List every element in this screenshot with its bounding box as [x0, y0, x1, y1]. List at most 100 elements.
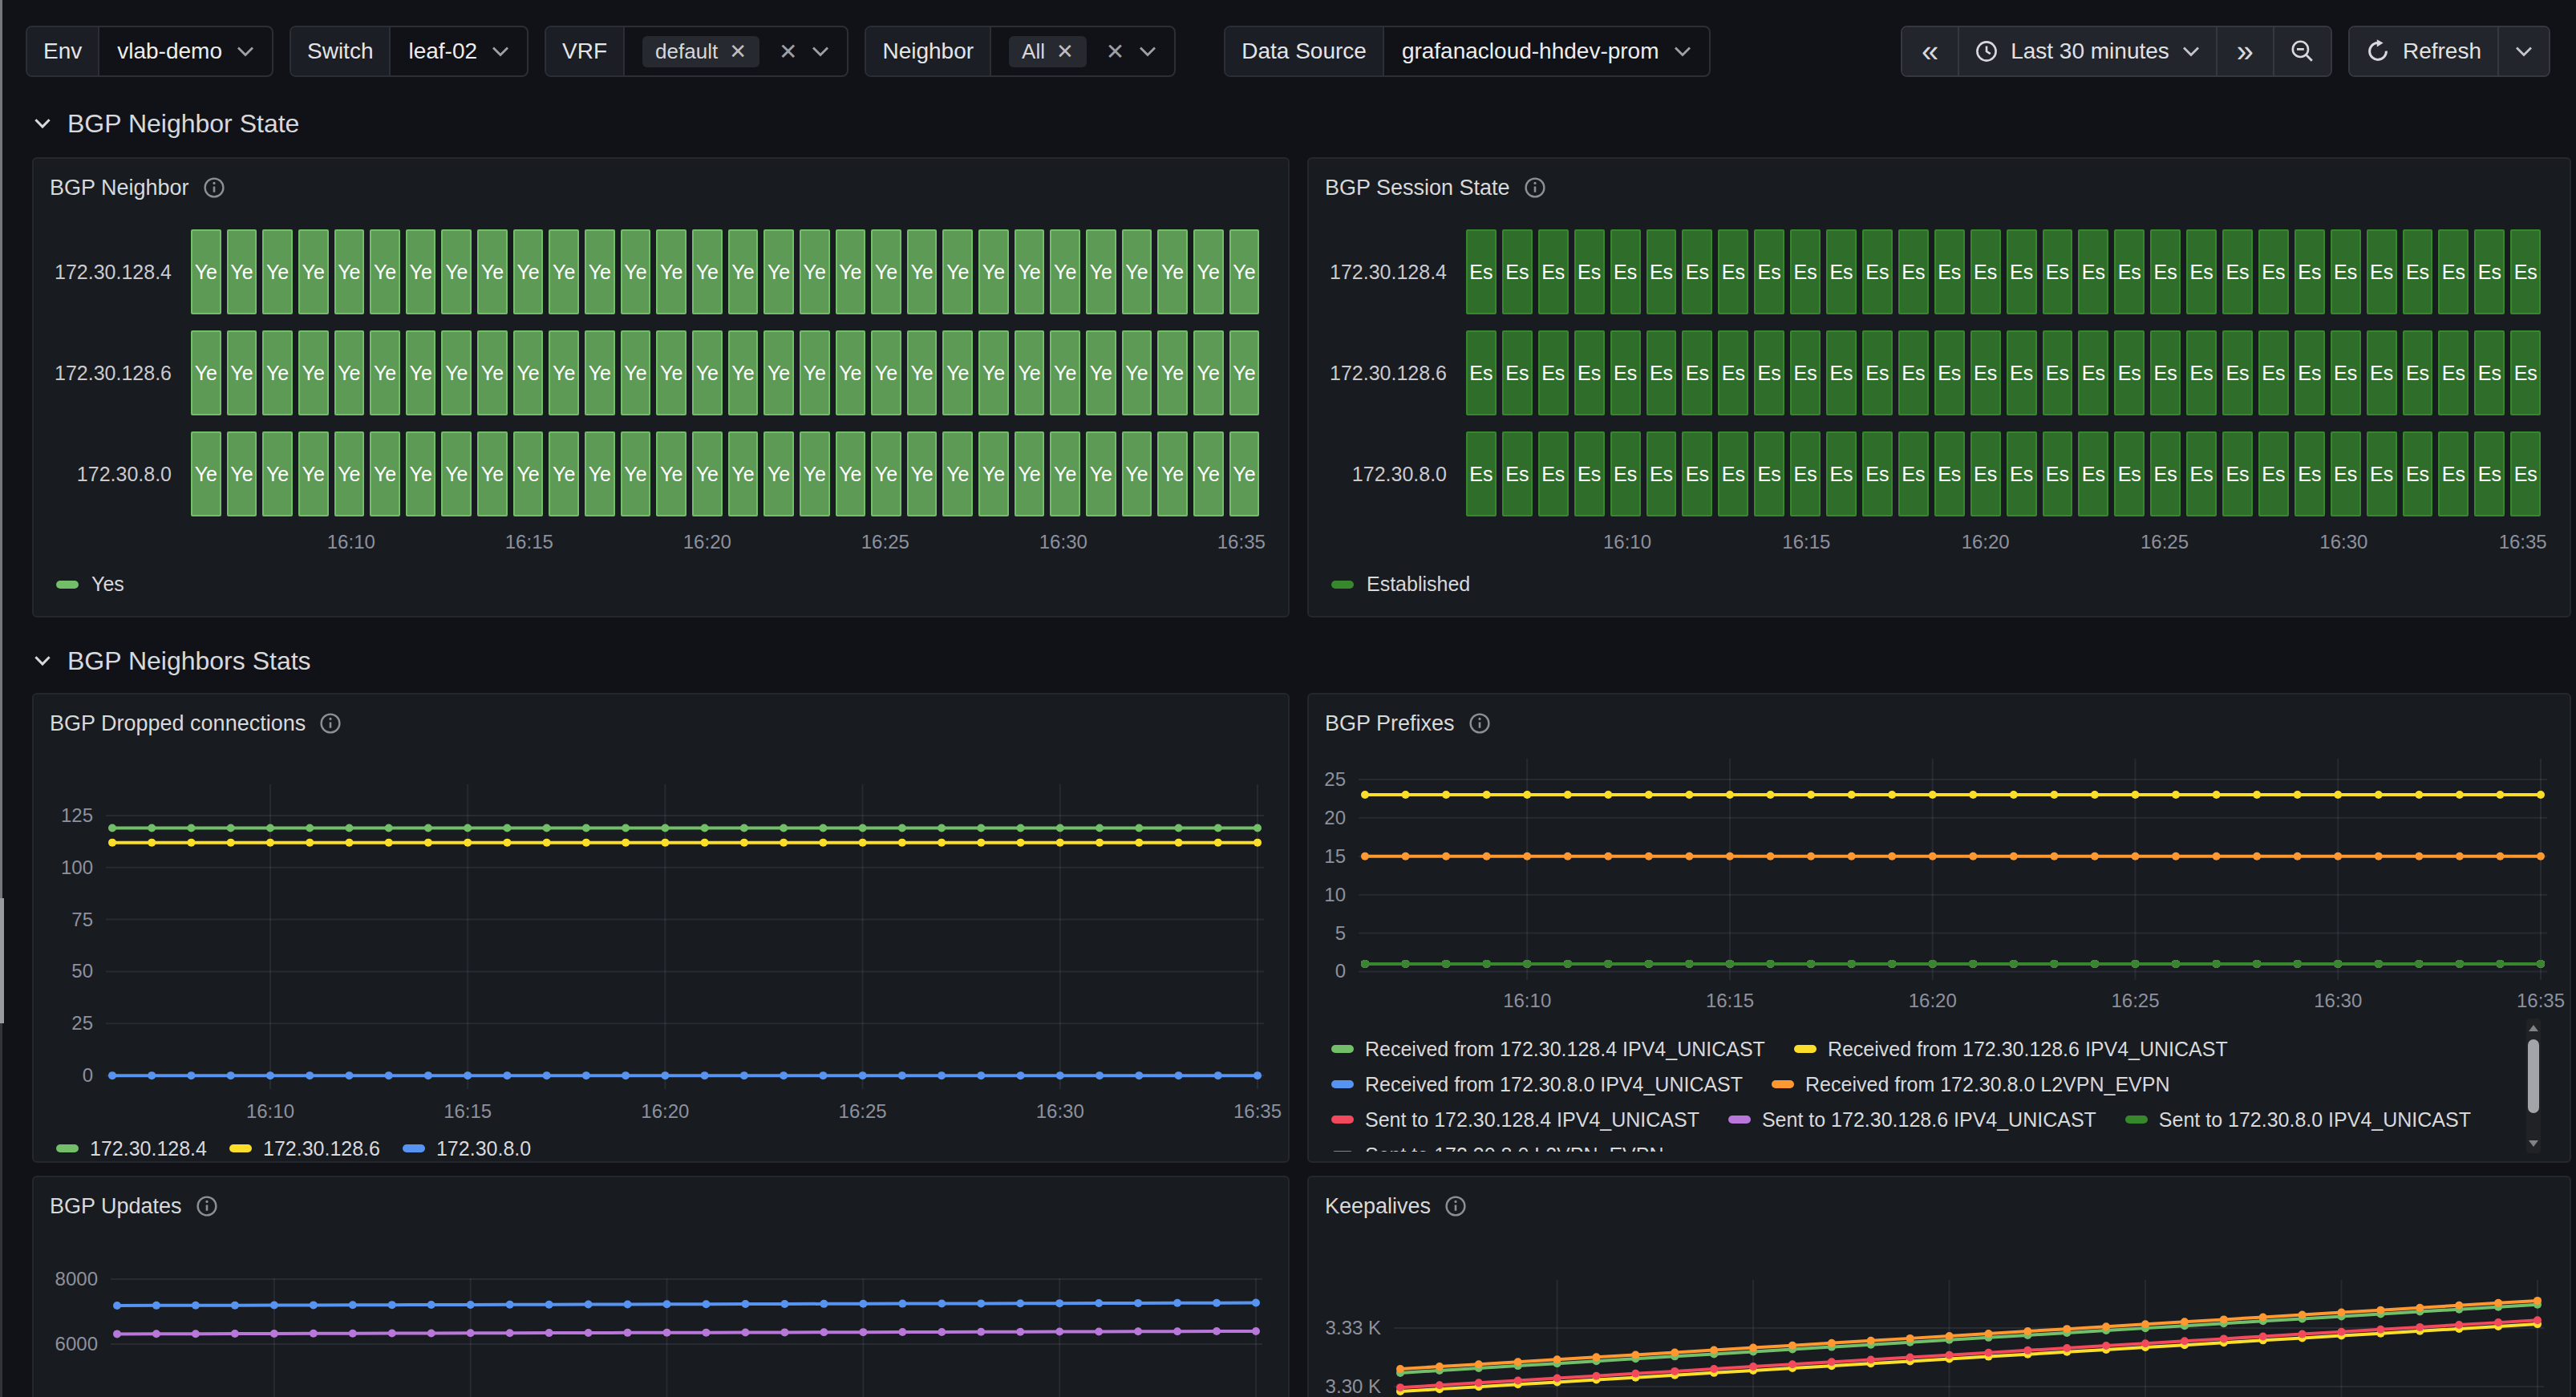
- timeline-cell[interactable]: Ye: [1086, 229, 1116, 314]
- timeline-cell[interactable]: Ye: [763, 431, 794, 516]
- legend-item[interactable]: 172.30.128.6: [229, 1137, 380, 1160]
- timeline-cell[interactable]: Ye: [334, 330, 365, 415]
- timeline-cell[interactable]: Es: [1646, 431, 1677, 516]
- remove-icon[interactable]: ✕: [729, 39, 747, 64]
- timeline-cell[interactable]: Ye: [1157, 431, 1188, 516]
- timeline-cell[interactable]: Ye: [191, 229, 221, 314]
- timeline-cell[interactable]: Es: [2114, 229, 2145, 314]
- timeline-cell[interactable]: Es: [2150, 330, 2181, 415]
- legend-item[interactable]: Received from 172.30.128.4 IPV4_UNICAST: [1331, 1038, 1765, 1060]
- timeline-cell[interactable]: Ye: [763, 229, 794, 314]
- timeline-cell[interactable]: Ye: [728, 229, 759, 314]
- timeline-cell[interactable]: Ye: [585, 330, 615, 415]
- timeline-cell[interactable]: Ye: [298, 431, 329, 516]
- legend-label[interactable]: Yes: [91, 573, 124, 596]
- timeline-cell[interactable]: Es: [2438, 431, 2469, 516]
- timeline-cell[interactable]: Es: [2510, 431, 2541, 516]
- timeline-cell[interactable]: Es: [2186, 229, 2217, 314]
- remove-icon[interactable]: ✕: [1056, 39, 1074, 64]
- info-icon[interactable]: [1525, 177, 1545, 198]
- timeline-cell[interactable]: Ye: [907, 431, 938, 516]
- timeline-cell[interactable]: Es: [1754, 431, 1784, 516]
- timeline-cell[interactable]: Es: [1790, 330, 1821, 415]
- timeline-cell[interactable]: Ye: [1015, 330, 1045, 415]
- timeline-cell[interactable]: Es: [1718, 330, 1748, 415]
- timeline-cell[interactable]: Es: [1610, 330, 1641, 415]
- legend-item[interactable]: Received from 172.30.8.0 IPV4_UNICAST: [1331, 1073, 1743, 1095]
- timeline-cell[interactable]: Ye: [1086, 431, 1116, 516]
- timeline-cell[interactable]: Es: [1934, 431, 1965, 516]
- timeline-cell[interactable]: Ye: [836, 330, 866, 415]
- timeline-cell[interactable]: Ye: [1015, 229, 1045, 314]
- timeline-cell[interactable]: Es: [1682, 330, 1712, 415]
- timeline-cell[interactable]: Ye: [585, 229, 615, 314]
- timeline-cell[interactable]: Ye: [1229, 431, 1260, 516]
- timeline-cell[interactable]: Es: [1862, 431, 1893, 516]
- legend-item[interactable]: Sent to 172.30.8.0 L2VPN_EVPN: [1331, 1144, 1663, 1152]
- timeline-cell[interactable]: Ye: [871, 431, 901, 516]
- timeline-cell[interactable]: Ye: [656, 229, 687, 314]
- timeline-cell[interactable]: Es: [2078, 229, 2108, 314]
- timeline-cell[interactable]: Ye: [227, 229, 257, 314]
- timeline-cell[interactable]: Es: [2186, 330, 2217, 415]
- timeline-cell[interactable]: Es: [2258, 330, 2289, 415]
- timeline-cell[interactable]: Ye: [942, 431, 973, 516]
- timeline-cell[interactable]: Ye: [907, 330, 938, 415]
- timeline-cell[interactable]: Es: [1898, 330, 1929, 415]
- timeline-cell[interactable]: Ye: [1122, 229, 1152, 314]
- timeline-cell[interactable]: Es: [1970, 229, 2001, 314]
- scrollbar-thumb[interactable]: [2528, 1039, 2539, 1113]
- timeseries-chart[interactable]: 3.30 K3.33 K: [1325, 1225, 2557, 1397]
- timeline-cell[interactable]: Ye: [298, 229, 329, 314]
- timeline-cell[interactable]: Es: [2114, 431, 2145, 516]
- timeline-cell[interactable]: Es: [2078, 431, 2108, 516]
- timeline-cell[interactable]: Ye: [370, 431, 400, 516]
- data-source-select[interactable]: grafanacloud-hhdev-prom: [1384, 27, 1709, 75]
- timeline-cell[interactable]: Ye: [585, 431, 615, 516]
- timeline-cell[interactable]: Es: [2222, 229, 2253, 314]
- timeline-cell[interactable]: Ye: [441, 431, 472, 516]
- timeline-cell[interactable]: Es: [2403, 330, 2433, 415]
- timeseries-chart[interactable]: 025507510012516:1016:1516:2016:2516:3016…: [50, 762, 1275, 1131]
- legend-scrollbar[interactable]: [2526, 1018, 2541, 1153]
- timeline-cell[interactable]: Es: [1898, 431, 1929, 516]
- timeline-cell[interactable]: Ye: [406, 330, 436, 415]
- timeline-cell[interactable]: Ye: [441, 330, 472, 415]
- legend-item[interactable]: 172.30.8.0: [403, 1137, 531, 1160]
- timeline-cell[interactable]: Es: [2295, 229, 2325, 314]
- timeline-cell[interactable]: Ye: [513, 431, 544, 516]
- timeline-cell[interactable]: Ye: [262, 431, 293, 516]
- timeline-cell[interactable]: Ye: [334, 431, 365, 516]
- timeline-cell[interactable]: Es: [1466, 229, 1497, 314]
- scroll-down-icon[interactable]: [2529, 1140, 2538, 1147]
- timeline-cell[interactable]: Es: [2150, 431, 2181, 516]
- timeline-cell[interactable]: Es: [1790, 431, 1821, 516]
- timeline-cell[interactable]: Es: [2474, 229, 2505, 314]
- timeline-cell[interactable]: Es: [1682, 431, 1712, 516]
- timeline-cell[interactable]: Es: [1718, 229, 1748, 314]
- timeline-cell[interactable]: Ye: [1122, 330, 1152, 415]
- timeline-cell[interactable]: Es: [1574, 431, 1605, 516]
- panel-header[interactable]: BGP Updates: [50, 1187, 1272, 1225]
- timeline-cell[interactable]: Ye: [370, 229, 400, 314]
- timeline-cell[interactable]: Es: [1466, 330, 1497, 415]
- timeline-cell[interactable]: Ye: [1122, 431, 1152, 516]
- timeline-cell[interactable]: Es: [1826, 229, 1857, 314]
- timeline-cell[interactable]: Es: [1538, 229, 1569, 314]
- timeline-cell[interactable]: Ye: [942, 229, 973, 314]
- timeline-cell[interactable]: Es: [2474, 330, 2505, 415]
- timeline-cell[interactable]: Es: [1754, 229, 1784, 314]
- timeline-cell[interactable]: Ye: [334, 229, 365, 314]
- timeline-cell[interactable]: Ye: [370, 330, 400, 415]
- timeline-cell[interactable]: Ye: [656, 431, 687, 516]
- timeline-cell[interactable]: Ye: [477, 431, 508, 516]
- timeline-cell[interactable]: Ye: [549, 431, 579, 516]
- timeline-cell[interactable]: Ye: [1193, 431, 1224, 516]
- timeline-cell[interactable]: Ye: [227, 330, 257, 415]
- timeline-cell[interactable]: Es: [2403, 229, 2433, 314]
- timeline-cell[interactable]: Es: [2043, 229, 2073, 314]
- timeline-cell[interactable]: Ye: [942, 330, 973, 415]
- timeline-cell[interactable]: Es: [1898, 229, 1929, 314]
- time-back-button[interactable]: «: [1902, 27, 1958, 75]
- timeline-cell[interactable]: Es: [1466, 431, 1497, 516]
